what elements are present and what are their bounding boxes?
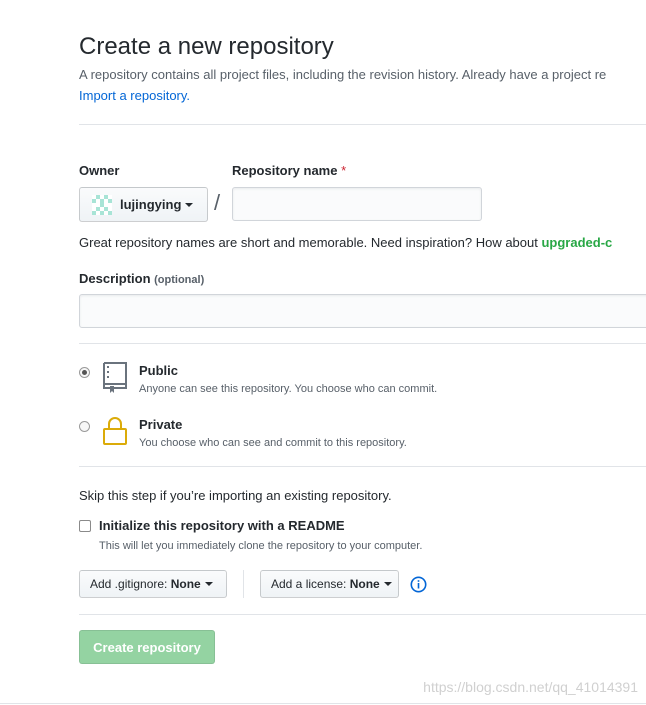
- owner-repo-separator: /: [214, 190, 221, 215]
- license-value: None: [349, 577, 380, 591]
- skip-step-text: Skip this step if you’re importing an ex…: [79, 488, 392, 503]
- name-suggestion: Great repository names are short and mem…: [79, 235, 612, 250]
- page-title: Create a new repository: [79, 33, 334, 60]
- chevron-down-icon: [185, 202, 194, 207]
- optional-note: (optional): [154, 274, 205, 286]
- public-option-title: Public: [139, 363, 179, 378]
- public-radio[interactable]: [79, 367, 90, 378]
- name-suggestion-text: Great repository names are short and mem…: [79, 235, 542, 250]
- owner-select[interactable]: lujingying: [79, 187, 208, 222]
- private-radio[interactable]: [79, 421, 90, 432]
- owner-name: lujingying: [120, 197, 182, 212]
- owner-label: Owner: [79, 163, 120, 178]
- readme-label[interactable]: Initialize this repository with a README: [99, 518, 345, 533]
- gitignore-value: None: [170, 577, 201, 591]
- owner-avatar: [92, 194, 112, 215]
- required-mark: *: [341, 163, 347, 178]
- lock-icon: [103, 417, 127, 445]
- repository-name-label: Repository name *: [232, 163, 346, 178]
- gitignore-label: Add .gitignore:: [90, 577, 168, 591]
- suggested-name-link[interactable]: upgraded-c: [541, 235, 612, 250]
- repository-name-input[interactable]: [232, 187, 482, 221]
- license-label: Add a license:: [271, 577, 347, 591]
- public-option-note: Anyone can see this repository. You choo…: [139, 383, 438, 395]
- description-label: Description (optional): [79, 271, 204, 286]
- import-repository-link[interactable]: Import a repository.: [79, 88, 190, 103]
- divider: [79, 466, 646, 467]
- private-option-note: You choose who can see and commit to thi…: [139, 437, 407, 449]
- private-option-title: Private: [139, 417, 183, 432]
- repository-name-label-text: Repository name: [232, 163, 338, 178]
- chevron-down-icon: [204, 582, 213, 586]
- divider: [79, 614, 646, 615]
- readme-note: This will let you immediately clone the …: [99, 540, 423, 552]
- description-input[interactable]: [79, 294, 646, 328]
- description-label-text: Description: [79, 271, 151, 286]
- watermark: https://blog.csdn.net/qq_41014391: [423, 679, 638, 695]
- create-repository-button[interactable]: Create repository: [79, 630, 215, 664]
- vertical-divider: [243, 570, 244, 598]
- repo-book-icon: [103, 362, 127, 393]
- divider: [79, 343, 646, 344]
- divider: [79, 124, 646, 125]
- page-subtitle: A repository contains all project files,…: [79, 67, 607, 82]
- info-icon[interactable]: [410, 576, 427, 593]
- chevron-down-icon: [383, 582, 392, 586]
- bottom-divider: [0, 703, 646, 704]
- readme-checkbox[interactable]: [79, 520, 91, 532]
- gitignore-select[interactable]: Add .gitignore: None: [79, 570, 227, 598]
- license-select[interactable]: Add a license: None: [260, 570, 399, 598]
